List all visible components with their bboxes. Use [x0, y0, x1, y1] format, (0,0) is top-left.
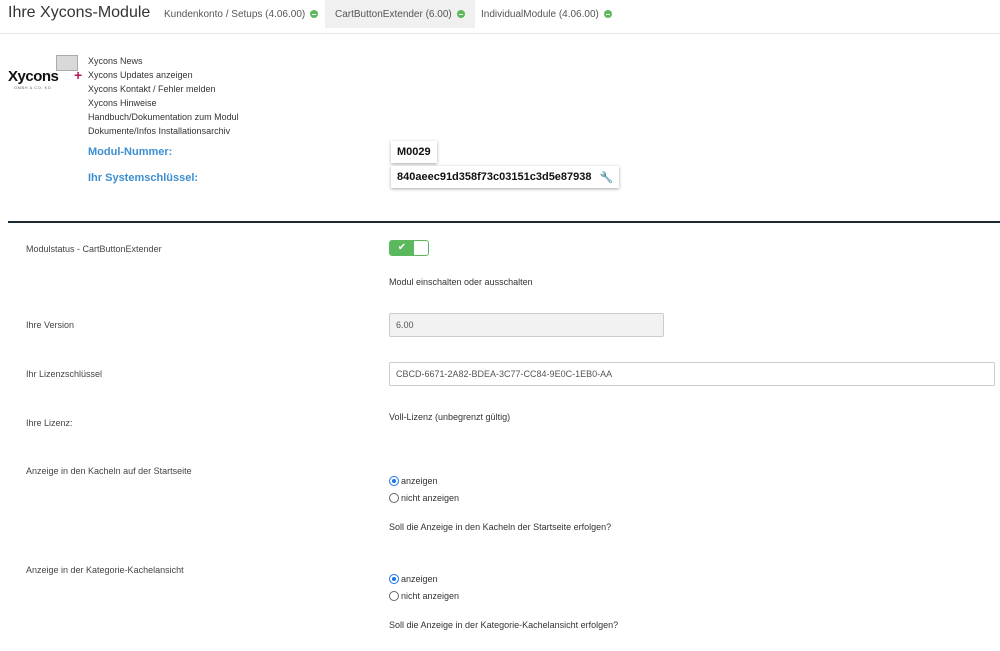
- version-value: 6.00: [396, 320, 414, 330]
- wrench-icon[interactable]: 🔧: [600, 171, 614, 184]
- category-tiles-help: Soll die Anzeige in der Kategorie-Kachel…: [389, 620, 619, 630]
- system-key-value: 840aeec91d358f73c03151c3d5e87938 🔧: [391, 166, 620, 188]
- start-tiles-label: Anzeige in den Kacheln auf der Startseit…: [26, 466, 192, 476]
- link-hints[interactable]: Xycons Hinweise: [88, 96, 239, 110]
- module-status-label: Modulstatus - CartButtonExtender: [26, 244, 162, 254]
- module-number-text: M0029: [397, 146, 431, 158]
- logo-subtext: GMBH & CO. KG: [14, 85, 52, 90]
- checkmark-icon: ✔: [390, 241, 414, 255]
- module-number-value: M0029: [391, 141, 437, 163]
- license-key-field[interactable]: CBCD-6671-2A82-BDEA-3C77-CC84-9E0C-1EB0-…: [389, 362, 995, 386]
- add-circle-icon: [310, 10, 319, 18]
- add-circle-icon: [603, 10, 612, 18]
- xycons-links: Xycons News Xycons Updates anzeigen Xyco…: [88, 54, 239, 138]
- version-field: 6.00: [389, 313, 664, 337]
- license-value: Voll-Lizenz (unbegrenzt gültig): [389, 412, 511, 422]
- module-number-label: Modul-Nummer:: [88, 146, 173, 158]
- radio-unchecked-icon[interactable]: [389, 591, 399, 601]
- page-title: Ihre Xycons-Module: [8, 4, 151, 21]
- radio-checked-icon[interactable]: [389, 476, 399, 486]
- tab-label: Kundenkonto / Setups (4.06.00): [164, 8, 306, 20]
- start-tiles-option-show[interactable]: anzeigen: [389, 476, 438, 486]
- license-label: Ihre Lizenz:: [26, 418, 73, 428]
- start-tiles-option-hide[interactable]: nicht anzeigen: [389, 493, 459, 503]
- license-key-value: CBCD-6671-2A82-BDEA-3C77-CC84-9E0C-1EB0-…: [396, 369, 613, 379]
- system-key-text: 840aeec91d358f73c03151c3d5e87938: [397, 171, 592, 183]
- category-tiles-label: Anzeige in der Kategorie-Kachelansicht: [26, 565, 184, 575]
- option-label: nicht anzeigen: [401, 493, 460, 503]
- tab-label: IndividualModule (4.06.00): [481, 8, 599, 20]
- link-updates[interactable]: Xycons Updates anzeigen: [88, 68, 239, 82]
- system-key-label: Ihr Systemschlüssel:: [88, 172, 199, 184]
- logo-text: Xycons: [8, 68, 59, 85]
- radio-unchecked-icon[interactable]: [389, 493, 399, 503]
- tab-individualmodule[interactable]: IndividualModule (4.06.00): [471, 0, 622, 28]
- tab-kundenkonto[interactable]: Kundenkonto / Setups (4.06.00): [154, 0, 328, 28]
- plus-icon: +: [74, 67, 83, 83]
- version-label: Ihre Version: [26, 320, 75, 330]
- module-status-help: Modul einschalten oder ausschalten: [389, 277, 533, 287]
- tab-label: CartButtonExtender (6.00): [335, 8, 452, 20]
- license-key-label: Ihr Lizenzschlüssel: [26, 369, 103, 379]
- section-divider: [8, 221, 1000, 223]
- option-label: anzeigen: [401, 574, 438, 584]
- link-news[interactable]: Xycons News: [88, 54, 239, 68]
- option-label: anzeigen: [401, 476, 438, 486]
- start-tiles-help: Soll die Anzeige in den Kacheln der Star…: [389, 522, 612, 532]
- link-manual[interactable]: Handbuch/Dokumentation zum Modul: [88, 110, 239, 124]
- top-bar: Ihre Xycons-Module Kundenkonto / Setups …: [0, 0, 1000, 34]
- category-tiles-option-show[interactable]: anzeigen: [389, 574, 438, 584]
- add-circle-icon: [456, 10, 465, 18]
- link-contact[interactable]: Xycons Kontakt / Fehler melden: [88, 82, 239, 96]
- link-documents[interactable]: Dokumente/Infos Installationsarchiv: [88, 124, 239, 138]
- radio-checked-icon[interactable]: [389, 574, 399, 584]
- tab-cartbuttonextender[interactable]: CartButtonExtender (6.00): [325, 0, 475, 28]
- option-label: nicht anzeigen: [401, 591, 460, 601]
- module-status-toggle[interactable]: ✔: [389, 240, 429, 256]
- category-tiles-option-hide[interactable]: nicht anzeigen: [389, 591, 459, 601]
- xycons-logo: Xycons + GMBH & CO. KG: [8, 55, 82, 91]
